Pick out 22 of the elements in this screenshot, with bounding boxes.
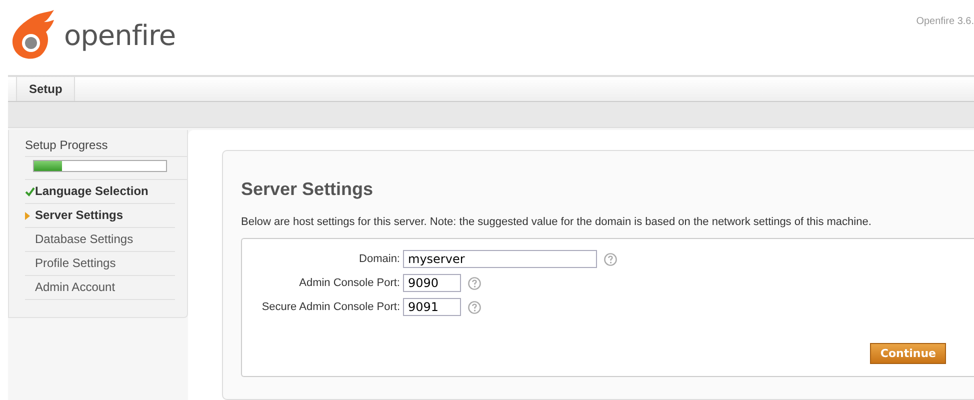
setup-step: Language Selection [35, 180, 148, 203]
input-field[interactable]: myserver [403, 250, 597, 268]
setup-step: Admin Account [35, 276, 116, 299]
flame-logo-icon [10, 10, 56, 60]
check-icon [25, 186, 35, 196]
description-text: Below are host settings for this server. Note: the suggested value for the domain is based on the network settings of this machine. [241, 216, 872, 228]
setup-step: Server Settings [35, 204, 124, 227]
sidebar-title: Setup Progress [25, 138, 187, 157]
help-icon[interactable] [468, 276, 481, 290]
logo-text: openfire [64, 18, 176, 52]
setup-tab[interactable]: Setup [16, 77, 76, 101]
setup-step: Database Settings [35, 228, 134, 251]
field-label: Secure Admin Console Port: [260, 301, 401, 313]
field-label: Domain: [358, 253, 401, 265]
page-title: Server Settings [241, 179, 374, 200]
help-icon[interactable] [468, 300, 481, 314]
input-field[interactable]: 9090 [403, 274, 461, 292]
help-icon[interactable] [604, 252, 617, 266]
input-field[interactable]: 9091 [403, 298, 461, 316]
field-label: Admin Console Port: [298, 277, 401, 289]
version-text: Openfire 3.6. [916, 16, 974, 27]
setup-step: Profile Settings [35, 252, 116, 275]
